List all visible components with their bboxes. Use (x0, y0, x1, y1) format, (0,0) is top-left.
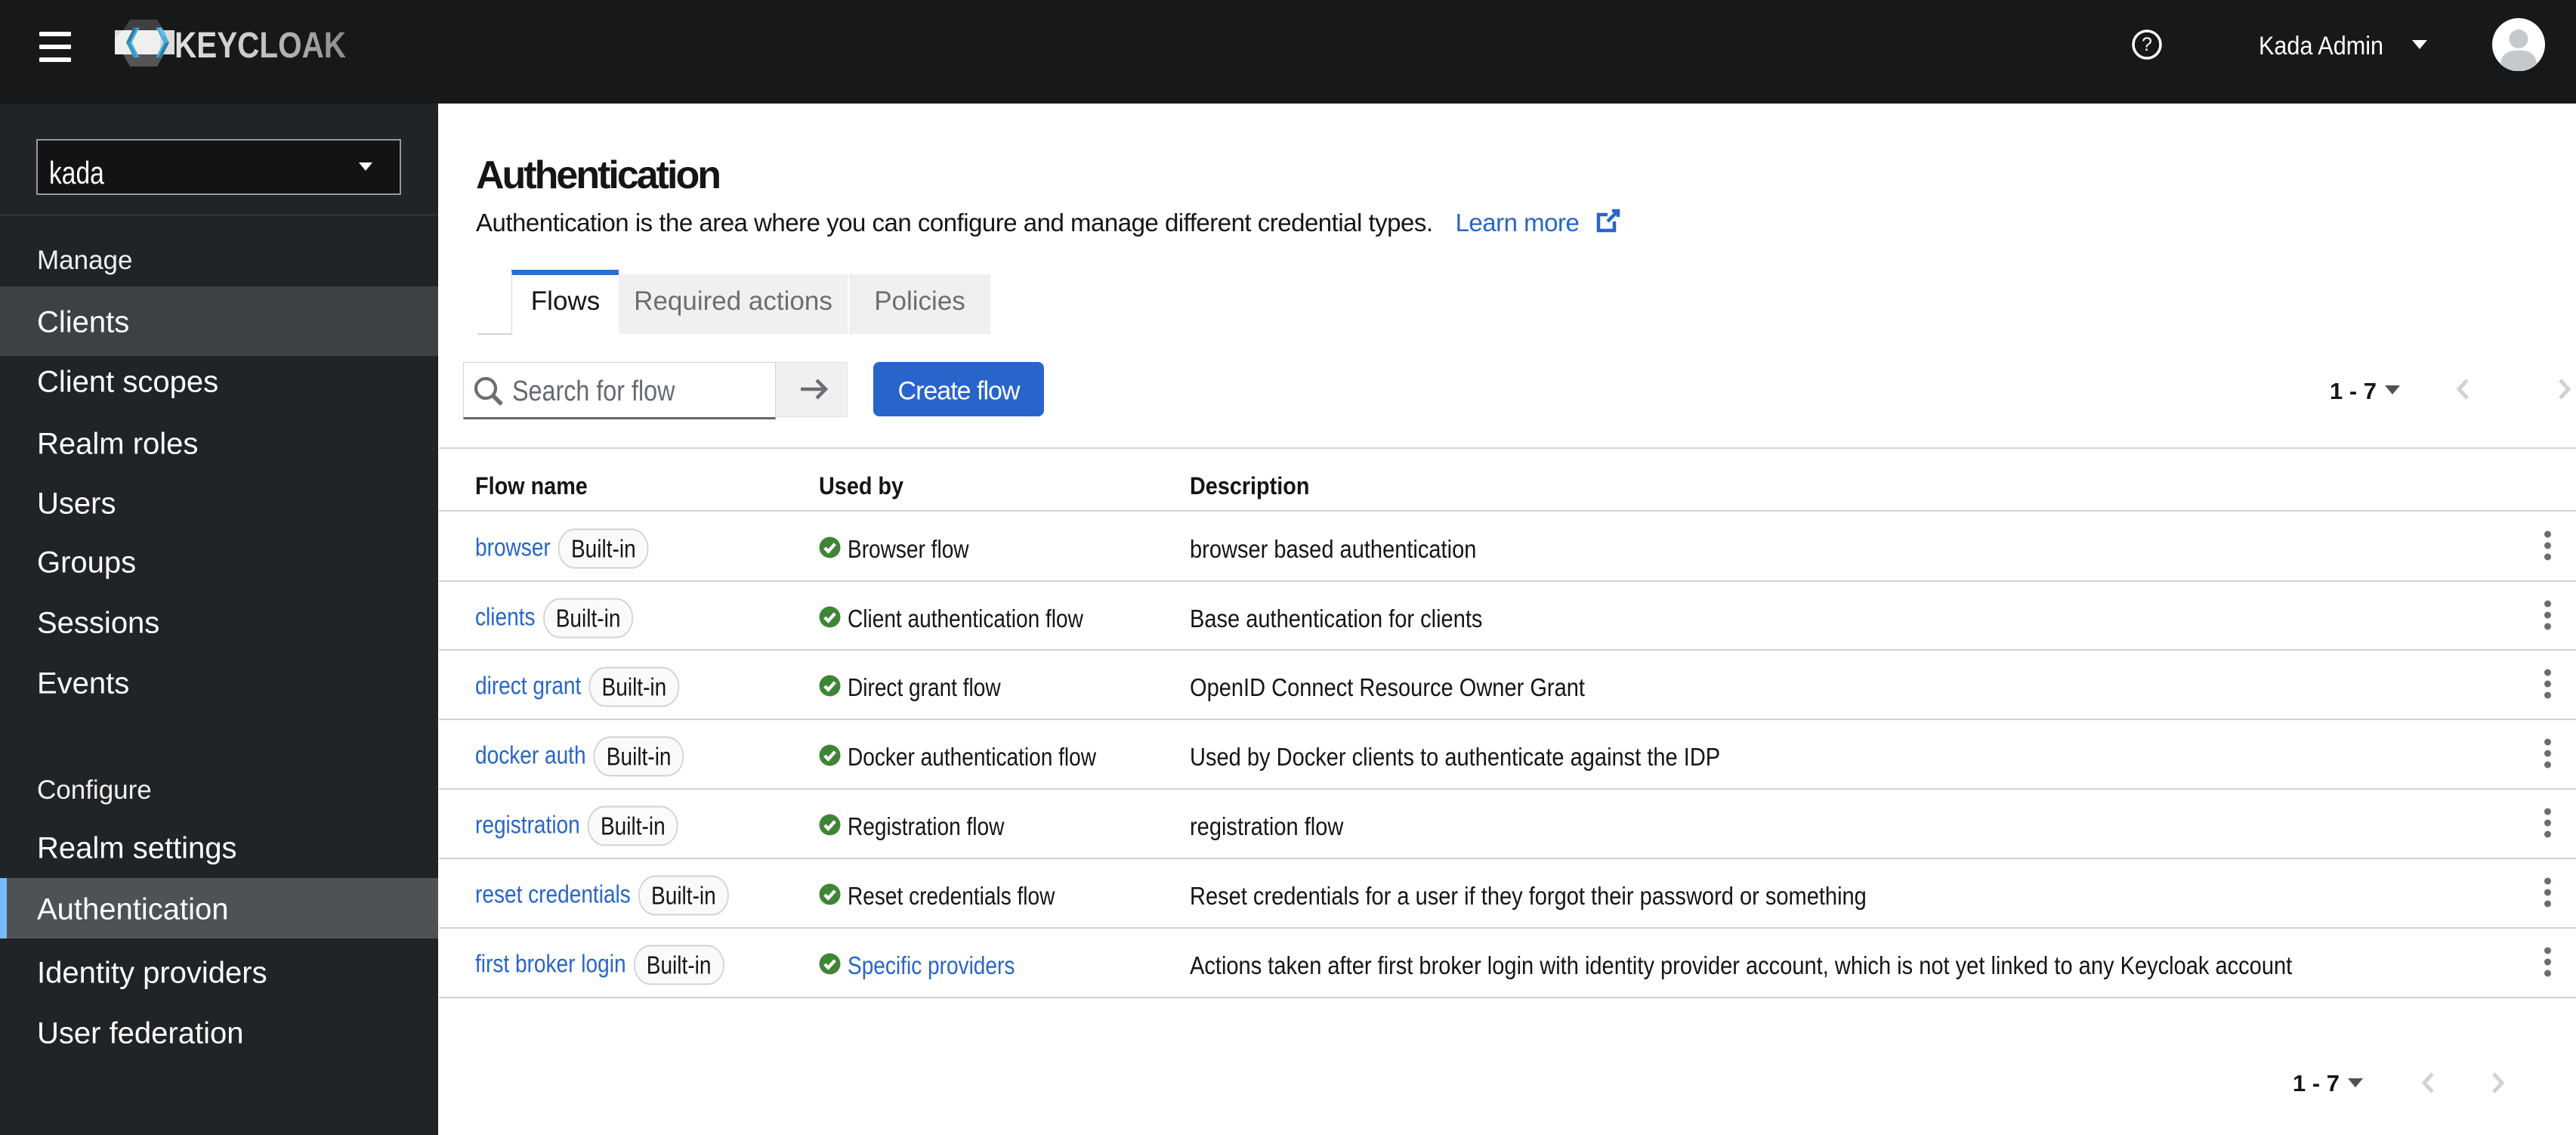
svg-text:KEYCLOAK: KEYCLOAK (175, 26, 346, 66)
svg-text:?: ? (2142, 34, 2152, 55)
